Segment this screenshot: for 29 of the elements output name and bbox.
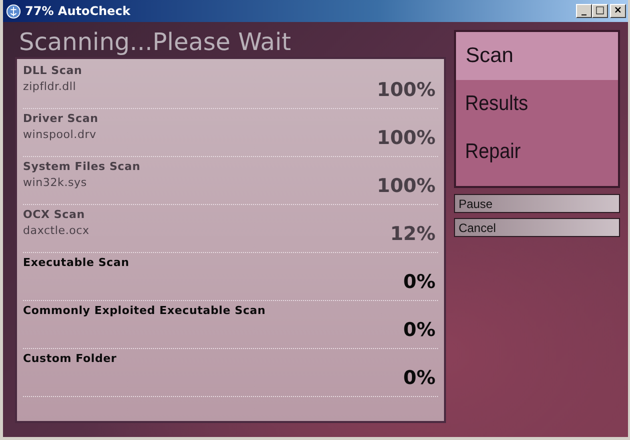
scan-percent: 100% <box>376 175 436 197</box>
maximize-button[interactable]: □ <box>592 4 608 18</box>
nav-item[interactable]: Repair <box>456 128 602 176</box>
scan-percent: 0% <box>403 271 436 293</box>
scan-percent: 0% <box>403 319 436 341</box>
scan-percent: 100% <box>376 127 436 149</box>
scan-percent: 100% <box>376 79 436 101</box>
scan-name: Executable Scan <box>23 256 130 269</box>
scan-name: Driver Scan <box>23 112 98 125</box>
scan-file: daxctle.ocx <box>23 224 90 237</box>
scan-percent: 0% <box>403 367 436 389</box>
nav-item[interactable]: Results <box>456 80 602 128</box>
status-heading: Scanning...Please Wait <box>18 27 292 57</box>
minimize-button[interactable]: _ <box>576 4 592 18</box>
scan-name: Commonly Exploited Executable Scan <box>23 304 266 317</box>
nav-item[interactable]: Scan <box>456 32 618 80</box>
app-logo-icon <box>6 4 21 18</box>
cancel-button[interactable]: Cancel <box>454 218 620 237</box>
window-title: 77% AutoCheck <box>25 4 132 18</box>
scan-file: win32k.sys <box>23 176 87 189</box>
scan-file: winspool.drv <box>23 128 96 141</box>
scan-percent: 12% <box>390 223 436 245</box>
scan-name: Custom Folder <box>23 352 117 365</box>
close-button[interactable]: × <box>610 4 626 18</box>
scan-name: System Files Scan <box>23 160 140 173</box>
scan-name: DLL Scan <box>23 64 82 77</box>
pause-button[interactable]: Pause <box>454 194 620 213</box>
scan-file: zipfldr.dll <box>23 80 76 93</box>
scan-name: OCX Scan <box>23 208 85 221</box>
